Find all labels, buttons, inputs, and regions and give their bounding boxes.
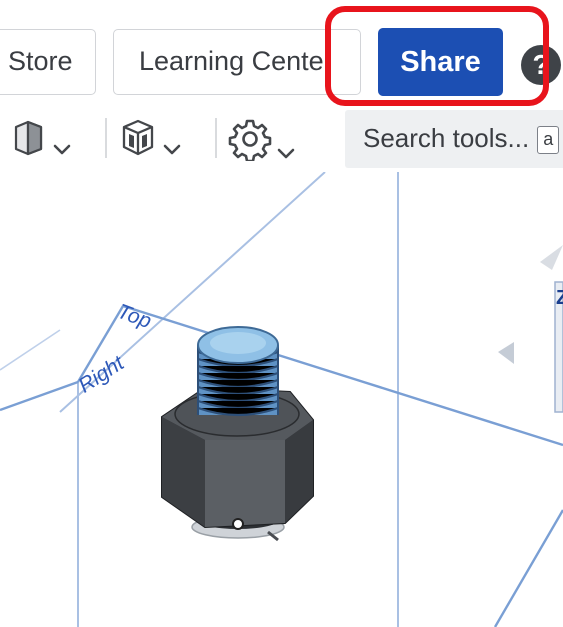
toolbar-divider	[215, 118, 217, 158]
search-shortcut-key: a	[537, 126, 560, 155]
chevron-down-icon	[54, 144, 71, 155]
view-cube-icon	[14, 120, 43, 156]
gear-icon	[228, 119, 272, 163]
share-button[interactable]: Share	[378, 28, 503, 96]
onshape-viewport-screen: Store Learning Cente Share ? Search tool…	[0, 0, 563, 627]
chevron-down-icon	[164, 144, 181, 155]
search-tools-placeholder: Search tools...	[363, 123, 530, 153]
search-tools-input[interactable]: Search tools... a	[345, 110, 563, 168]
viewport-canvas	[0, 172, 563, 627]
view-cube-widget[interactable]	[498, 245, 563, 413]
display-mode-icon	[122, 119, 154, 156]
view-settings-tool[interactable]	[228, 117, 328, 163]
z-axis-label: Z	[556, 287, 563, 309]
top-bar: Store Learning Cente Share ?	[0, 0, 563, 108]
learning-center-button[interactable]: Learning Cente	[113, 29, 361, 95]
view-cube-tool[interactable]	[8, 117, 100, 161]
front-plane-edge	[0, 329, 61, 371]
toolbar-divider	[105, 118, 107, 158]
chevron-down-icon	[278, 148, 295, 159]
store-button[interactable]: Store	[0, 29, 96, 95]
graphics-viewport[interactable]	[0, 172, 563, 627]
help-icon[interactable]: ?	[521, 45, 561, 85]
display-mode-tool[interactable]	[118, 117, 210, 161]
